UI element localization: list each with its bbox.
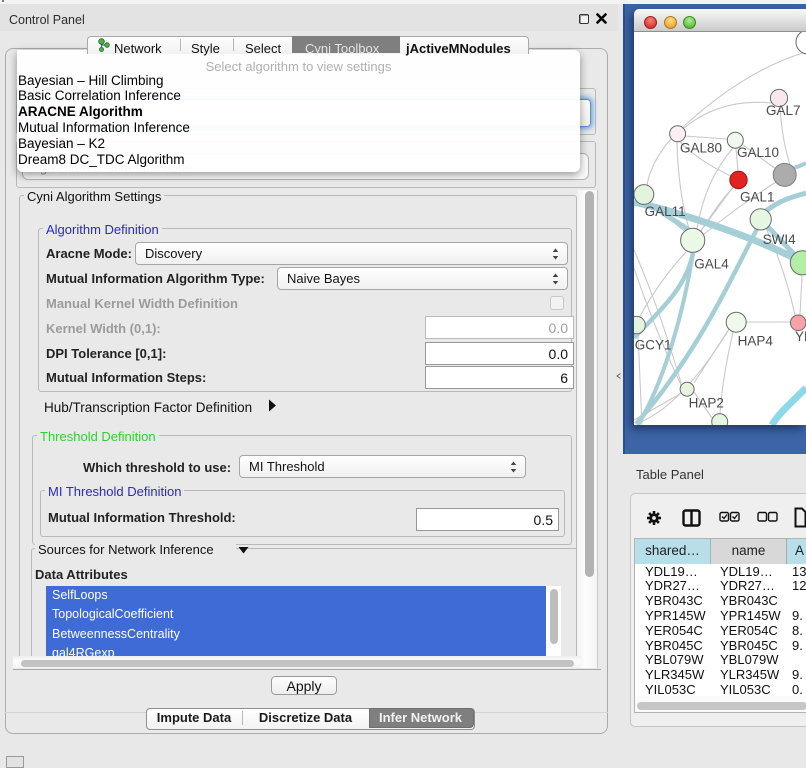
svg-text:GAL1: GAL1 <box>740 190 775 205</box>
svg-text:HAP2: HAP2 <box>689 395 724 410</box>
svg-text:GAL80: GAL80 <box>680 141 722 156</box>
svg-text:YM: YM <box>795 329 806 344</box>
svg-text:GAL10: GAL10 <box>737 145 779 160</box>
svg-text:GAL11: GAL11 <box>645 204 686 219</box>
svg-text:HAP4: HAP4 <box>738 333 774 348</box>
svg-text:GAL7: GAL7 <box>766 103 801 118</box>
svg-text:GCY1: GCY1 <box>635 338 672 353</box>
svg-text:GAL4: GAL4 <box>694 256 729 271</box>
svg-text:SWI4: SWI4 <box>763 232 796 247</box>
